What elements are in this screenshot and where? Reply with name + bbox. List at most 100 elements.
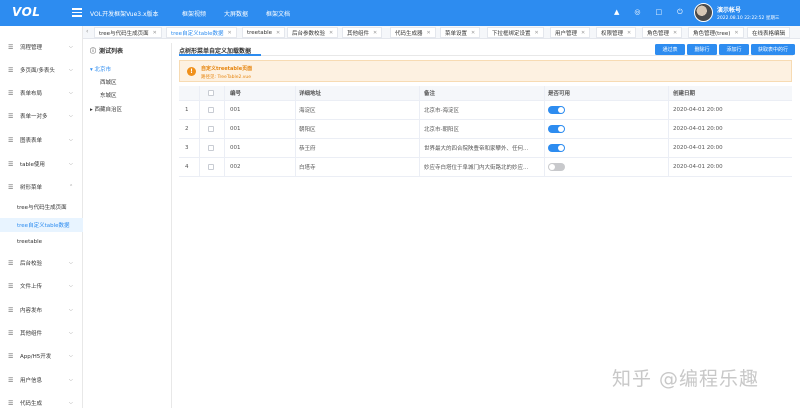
- settings-icon[interactable]: ◎: [634, 8, 640, 17]
- add-row-button[interactable]: 添加行: [719, 44, 749, 55]
- tree-node-dongcheng[interactable]: 东城区: [100, 91, 117, 99]
- sidebar-item-content-publish[interactable]: ☰ 内容发布 ⌵: [0, 303, 83, 317]
- tree-node-beijing[interactable]: ▾ 北京市: [90, 65, 111, 73]
- row-checkbox[interactable]: [208, 120, 214, 138]
- sidebar-item-app-h5[interactable]: ☰ App/H5开发 ⌵: [0, 349, 83, 363]
- header-code[interactable]: 编号: [230, 86, 241, 100]
- nav-video-link[interactable]: 框架视频: [182, 9, 206, 18]
- close-icon[interactable]: ✕: [673, 30, 677, 36]
- sidebar-item-code-gen[interactable]: ☰ 代码生成 ⌵: [0, 396, 83, 408]
- sidebar-item-label: 树形菜单: [20, 185, 43, 191]
- sidebar-item-label: 内容发布: [20, 308, 43, 314]
- tab-tree-custom-table[interactable]: tree自定义table数据 ✕: [166, 27, 237, 38]
- close-icon[interactable]: ✕: [627, 30, 631, 36]
- tab-label: tree与代码生成页面: [99, 30, 149, 37]
- tab-dropdown-binding[interactable]: 下拉框绑定设置 ✕: [487, 27, 544, 38]
- select-all-checkbox[interactable]: [208, 86, 214, 100]
- enabled-toggle[interactable]: [548, 120, 565, 138]
- sidebar-item-tree-menu[interactable]: ☰ 树形菜单 ⌃: [0, 180, 83, 194]
- tab-role-management-tree[interactable]: 角色管理(tree) ✕: [688, 27, 744, 38]
- sidebar-sub-tree-custom-table[interactable]: tree自定义table数据: [0, 218, 83, 232]
- row-checkbox[interactable]: [208, 139, 214, 157]
- publish-icon: ☰: [8, 306, 14, 314]
- avatar[interactable]: [694, 3, 713, 22]
- close-icon[interactable]: ✕: [734, 30, 738, 36]
- table-row[interactable]: 1 001 海淀区 北京市-海淀区 2020-04-01 20:00: [179, 101, 792, 120]
- tab-label: 在线表格编辑: [752, 30, 786, 37]
- tab-other-components[interactable]: 其他组件 ✕: [342, 27, 383, 38]
- close-icon[interactable]: ✕: [329, 30, 333, 36]
- tab-code-generator[interactable]: 代码生成器 ✕: [390, 27, 436, 38]
- sidebar-item-label: 文件上传: [20, 284, 43, 290]
- close-icon[interactable]: ✕: [581, 30, 585, 36]
- sidebar-item-pages[interactable]: ☰ 多页面/多表头 ⌵: [0, 63, 83, 77]
- sidebar-item-flow[interactable]: ☰ 流程管理 ⌵: [0, 40, 83, 54]
- sidebar-sub-tree-codegen[interactable]: tree与代码生成页面: [0, 200, 83, 214]
- row-index: 2: [185, 126, 189, 132]
- table-row[interactable]: 4 002 白塔寺 妙应寺白塔位于阜城门内大街路北的妙应... 2020-04-…: [179, 158, 792, 177]
- delete-row-button[interactable]: 删除行: [687, 44, 717, 55]
- tab-permission-management[interactable]: 权限管理 ✕: [596, 27, 637, 38]
- tab-user-management[interactable]: 用户管理 ✕: [550, 27, 591, 38]
- bell-icon[interactable]: ▲: [614, 8, 619, 17]
- close-icon[interactable]: ✕: [535, 30, 539, 36]
- row-checkbox[interactable]: [208, 158, 214, 176]
- tab-tree-codegen[interactable]: tree与代码生成页面 ✕: [94, 27, 162, 38]
- pass-table-button[interactable]: 通过表: [655, 44, 685, 55]
- cell-date: 2020-04-01 20:00: [673, 107, 723, 113]
- close-icon[interactable]: ✕: [228, 30, 232, 36]
- header-date[interactable]: 创建日期: [673, 86, 695, 100]
- table-icon: ☰: [8, 160, 14, 168]
- sidebar-item-form-layout[interactable]: ☰ 表单布局 ⌵: [0, 86, 83, 100]
- logout-icon[interactable]: ⏻: [677, 8, 683, 17]
- close-icon[interactable]: ✕: [276, 30, 280, 36]
- sidebar-item-label: 多页面/多表头: [20, 68, 55, 74]
- enabled-toggle[interactable]: [548, 139, 565, 157]
- sidebar-sub-label: tree与代码生成页面: [17, 205, 67, 211]
- tree-node-label: 西城区: [100, 80, 117, 86]
- sidebar-item-file-upload[interactable]: ☰ 文件上传 ⌵: [0, 279, 83, 293]
- close-icon[interactable]: ✕: [373, 30, 377, 36]
- tab-label: treetable: [247, 29, 272, 36]
- get-rows-button[interactable]: 获取表中的行: [751, 44, 795, 55]
- fullscreen-icon[interactable]: □: [656, 8, 663, 17]
- sidebar-item-table-usage[interactable]: ☰ table使用 ⌵: [0, 157, 83, 171]
- sidebar-item-one-to-many[interactable]: ☰ 表单一对多 ⌵: [0, 109, 83, 123]
- nav-docs-link[interactable]: 框架文档: [266, 9, 290, 18]
- enabled-toggle[interactable]: [548, 158, 565, 176]
- enabled-toggle[interactable]: [548, 101, 565, 119]
- cell-remark: 世界最大的四合院陕豊帝和家攀外、任何...: [424, 146, 529, 152]
- chevron-down-icon: ⌵: [69, 260, 73, 266]
- close-icon[interactable]: ✕: [471, 30, 475, 36]
- tab-role-management[interactable]: 角色管理 ✕: [642, 27, 683, 38]
- sidebar-sub-treetable[interactable]: treetable: [0, 235, 83, 249]
- close-icon[interactable]: ✕: [427, 30, 431, 36]
- sidebar-item-user-info[interactable]: ☰ 用户信息 ⌵: [0, 373, 83, 387]
- header-address[interactable]: 详细地址: [299, 86, 321, 100]
- nav-dashboard-link[interactable]: 大屏数据: [224, 9, 248, 18]
- tab-backend-validation[interactable]: 后台参数校验 ✕: [287, 27, 339, 38]
- sidebar-item-chart-form[interactable]: ☰ 图表表单 ⌵: [0, 133, 83, 147]
- header-remark[interactable]: 备注: [424, 86, 435, 100]
- header-enabled[interactable]: 是否可用: [548, 86, 570, 100]
- chevron-down-icon: ⌵: [69, 377, 73, 383]
- close-icon[interactable]: ✕: [153, 30, 157, 36]
- row-checkbox[interactable]: [208, 101, 214, 119]
- tree-node-tibet[interactable]: ▸ 西藏自治区: [90, 105, 122, 113]
- tab-treetable[interactable]: treetable ✕: [242, 27, 286, 38]
- table-row[interactable]: 2 001 朝阳区 北京市-朝阳区 2020-04-01 20:00: [179, 120, 792, 139]
- chevron-up-icon: ⌃: [69, 184, 74, 190]
- sidebar-item-other-components[interactable]: ☰ 其他组件 ⌵: [0, 326, 83, 340]
- sidebar-item-backend-validation[interactable]: ☰ 后台校验 ⌵: [0, 256, 83, 270]
- table-row[interactable]: 3 001 恭王府 世界最大的四合院陕豊帝和家攀外、任何... 2020-04-…: [179, 139, 792, 158]
- tab-label: 角色管理: [647, 30, 670, 37]
- chevron-down-icon: ⌵: [69, 161, 73, 167]
- menu-toggle-icon[interactable]: [72, 8, 82, 17]
- chevron-down-icon: ⌵: [69, 90, 73, 96]
- sidebar: ☰ 流程管理 ⌵ ☰ 多页面/多表头 ⌵ ☰ 表单布局 ⌵ ☰ 表单一对多 ⌵ …: [0, 26, 83, 408]
- tabs-scroll-left-icon[interactable]: ‹: [86, 28, 88, 35]
- tree-node-xicheng[interactable]: 西城区: [100, 78, 117, 86]
- info-icon: ⓘ: [90, 48, 97, 55]
- tab-menu-settings[interactable]: 菜单设置 ✕: [440, 27, 481, 38]
- tab-online-table-edit[interactable]: 在线表格编辑: [747, 27, 791, 38]
